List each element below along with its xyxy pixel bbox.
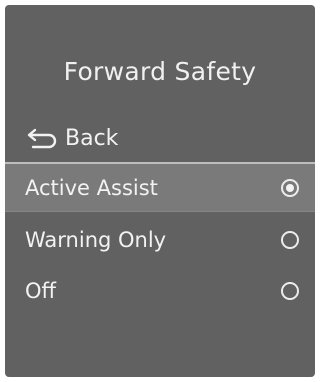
option-active-assist[interactable]: Active Assist (5, 162, 315, 212)
option-off[interactable]: Off (5, 266, 315, 316)
option-label: Active Assist (25, 175, 158, 200)
back-label: Back (65, 125, 119, 151)
back-arrow-icon (27, 128, 57, 149)
forward-safety-screen: Forward Safety Back Active Assist Warnin… (5, 5, 315, 377)
option-label: Off (25, 279, 56, 303)
radio-unselected-icon[interactable] (281, 231, 299, 249)
radio-selected-icon[interactable] (281, 178, 299, 197)
radio-unselected-icon[interactable] (281, 282, 299, 300)
back-button[interactable]: Back (27, 123, 118, 153)
option-label: Warning Only (25, 228, 167, 252)
page-title: Forward Safety (63, 57, 257, 86)
option-warning-only[interactable]: Warning Only (5, 215, 315, 265)
